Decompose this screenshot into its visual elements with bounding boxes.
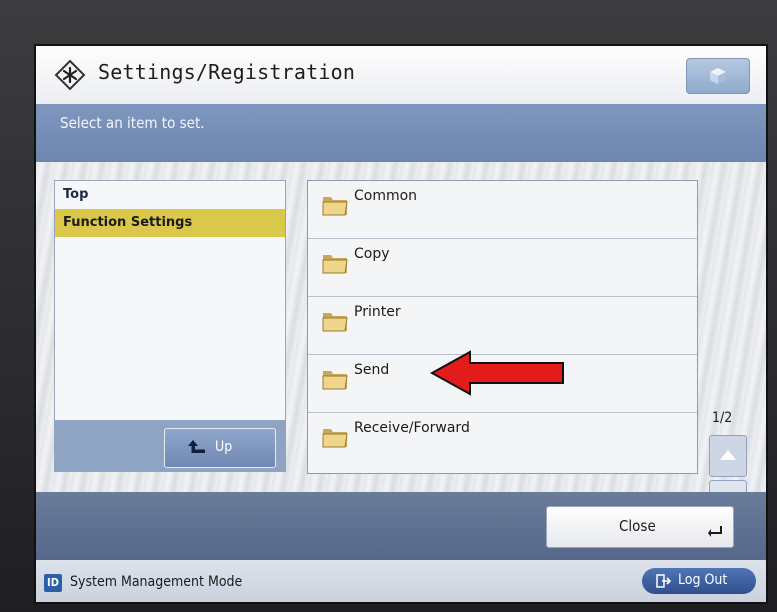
id-icon: ID bbox=[44, 574, 62, 592]
up-button[interactable]: Up bbox=[164, 428, 276, 468]
touch-screen: Settings/Registration Select an item to … bbox=[34, 44, 768, 604]
instruction-band: Select an item to set. bbox=[36, 104, 766, 162]
close-button-label: Close bbox=[619, 517, 656, 535]
mode-text: System Management Mode bbox=[70, 574, 243, 590]
folder-icon bbox=[322, 429, 348, 448]
list-item-receive-forward[interactable]: Receive/Forward bbox=[308, 413, 697, 470]
up-bar: Up bbox=[54, 420, 286, 472]
main-area: Top Function Settings Up Common Copy Pri… bbox=[36, 162, 766, 522]
up-arrow-icon bbox=[188, 440, 205, 453]
logout-button-label: Log Out bbox=[678, 572, 728, 588]
tree-item-function-settings[interactable]: Function Settings bbox=[55, 209, 285, 237]
return-arrow-icon bbox=[708, 526, 722, 537]
cube-icon bbox=[710, 68, 726, 84]
list-item-label: Send bbox=[354, 362, 390, 378]
tree-panel: Top Function Settings bbox=[54, 180, 286, 422]
settings-list: Common Copy Printer Send Receive/Forward bbox=[307, 180, 698, 474]
instruction-text: Select an item to set. bbox=[60, 114, 205, 132]
page-title: Settings/Registration bbox=[98, 60, 356, 84]
bottom-bar: Close bbox=[36, 492, 766, 560]
folder-icon bbox=[322, 255, 348, 274]
cube-menu-button[interactable] bbox=[686, 58, 750, 94]
up-button-label: Up bbox=[215, 439, 233, 455]
status-bar: ID System Management Mode Log Out bbox=[36, 560, 766, 602]
list-item-common[interactable]: Common bbox=[308, 181, 697, 239]
list-item-label: Copy bbox=[354, 246, 390, 262]
list-item-label: Receive/Forward bbox=[354, 420, 470, 436]
logout-icon bbox=[656, 574, 672, 588]
list-item-label: Printer bbox=[354, 304, 401, 320]
folder-icon bbox=[322, 371, 348, 390]
list-item-printer[interactable]: Printer bbox=[308, 297, 697, 355]
title-bar: Settings/Registration bbox=[36, 46, 766, 104]
scroll-up-button[interactable] bbox=[709, 435, 747, 477]
page-indicator: 1/2 bbox=[712, 410, 733, 426]
red-arrow-annotation bbox=[430, 350, 564, 396]
folder-icon bbox=[322, 313, 348, 332]
list-item-label: Common bbox=[354, 188, 418, 204]
tree-item-top[interactable]: Top bbox=[55, 181, 285, 209]
close-button[interactable]: Close bbox=[546, 506, 734, 548]
triangle-up-icon bbox=[720, 450, 736, 460]
logout-button[interactable]: Log Out bbox=[642, 568, 756, 594]
settings-asterisk-icon bbox=[54, 59, 86, 91]
folder-icon bbox=[322, 197, 348, 216]
list-item-copy[interactable]: Copy bbox=[308, 239, 697, 297]
